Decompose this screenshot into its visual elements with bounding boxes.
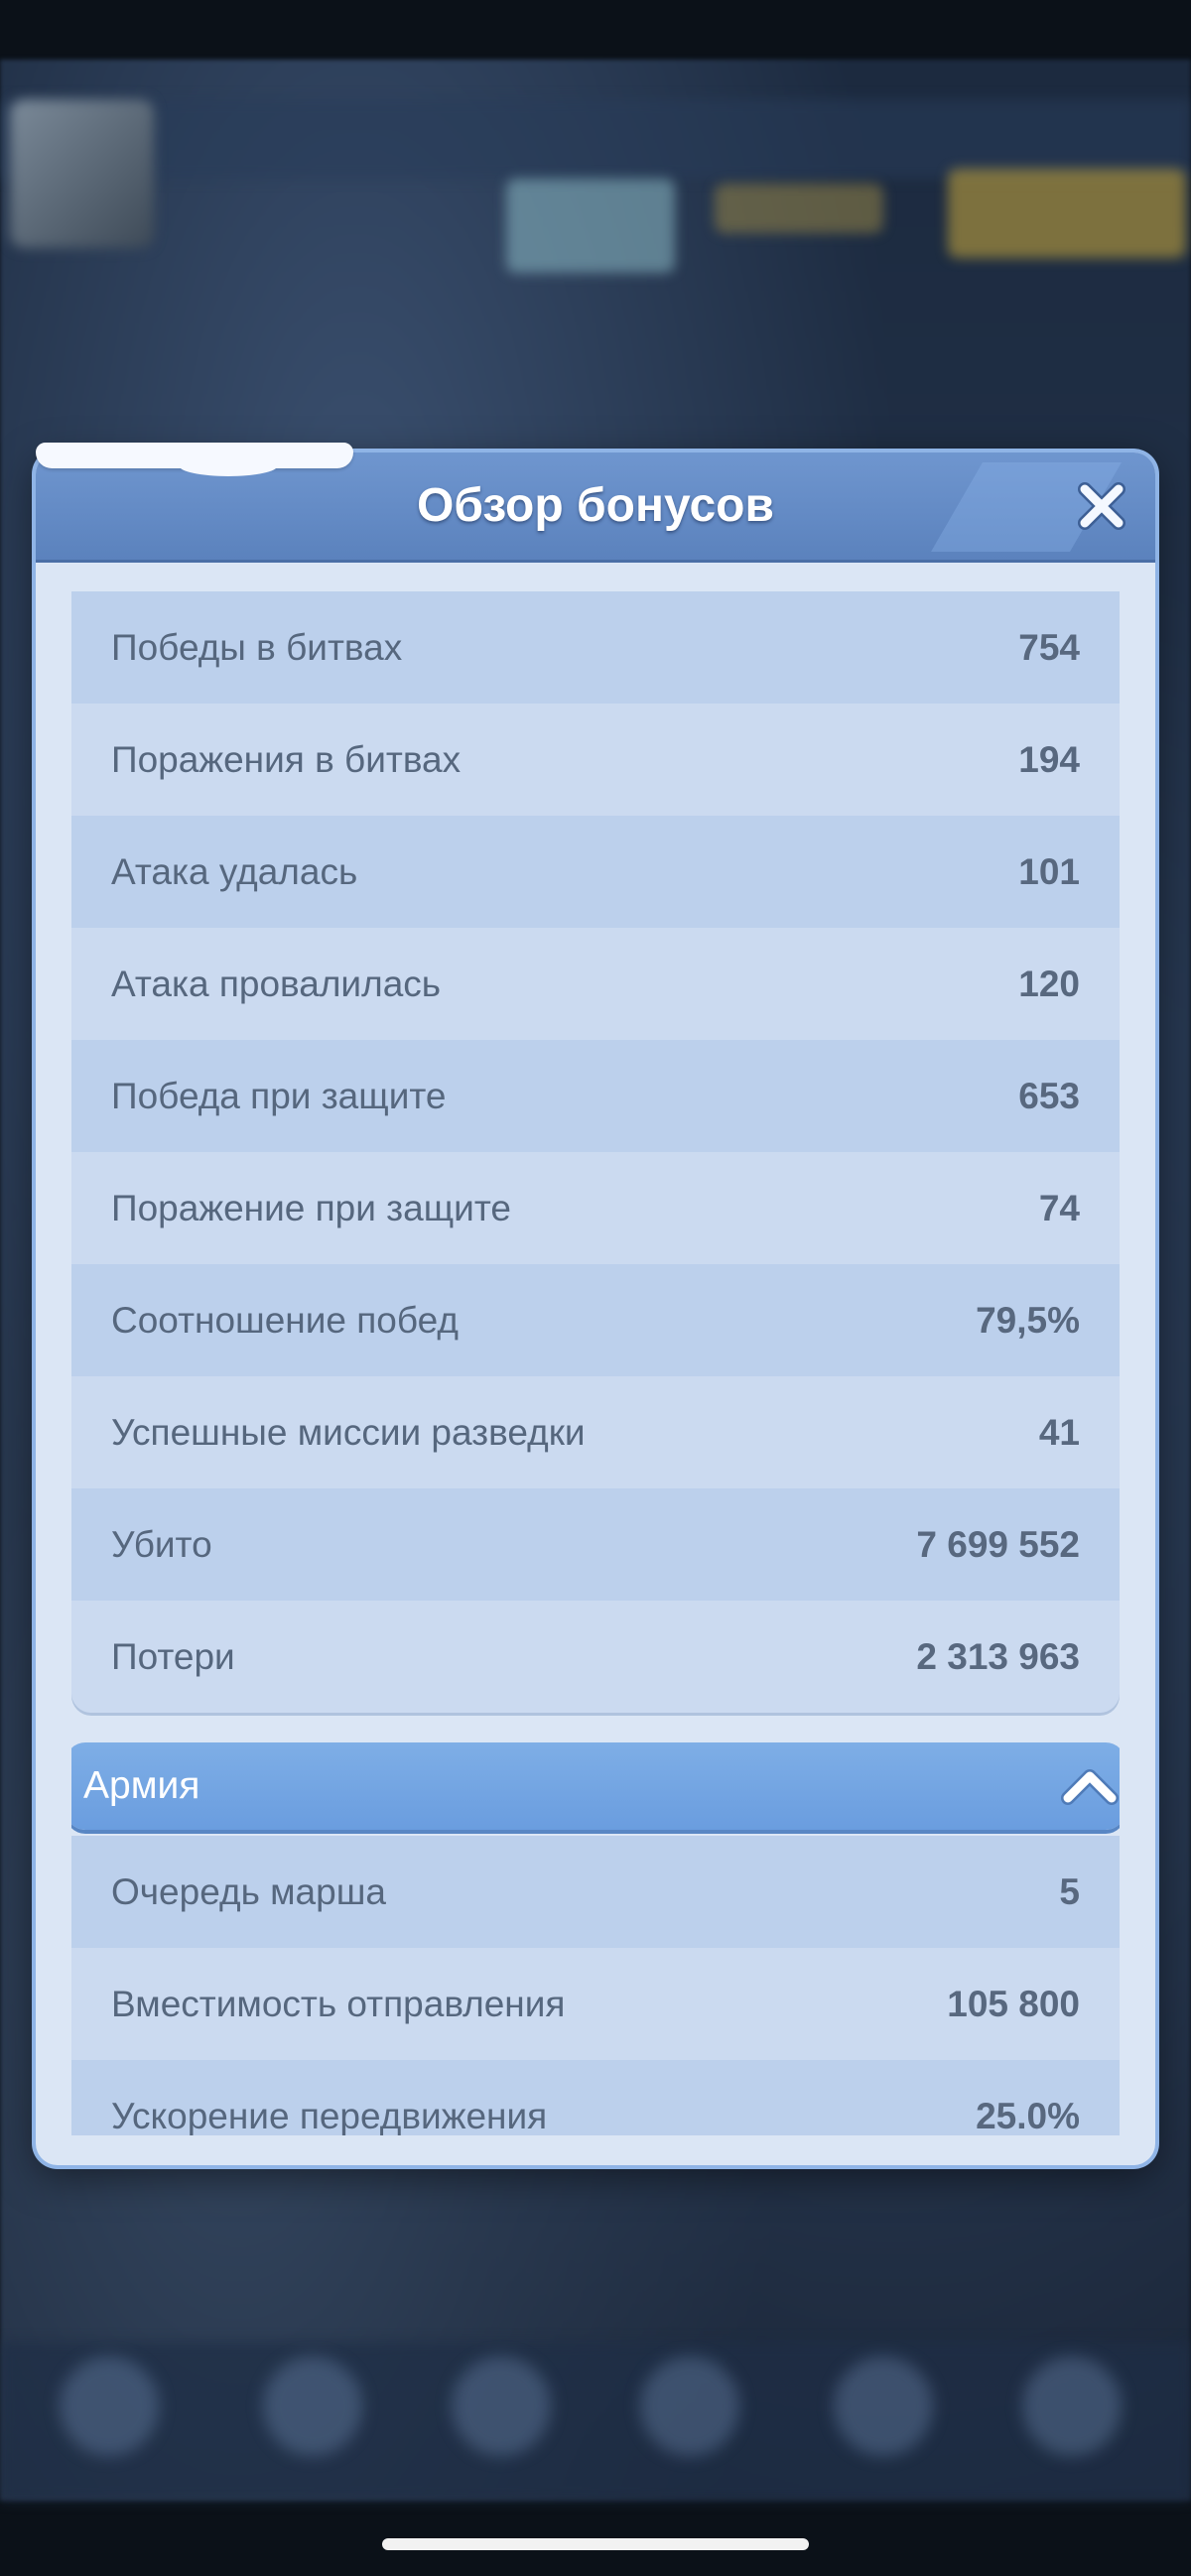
- modal-scroll-area[interactable]: Победы в битвах 754 Поражения в битвах 1…: [71, 591, 1120, 2135]
- stat-row: Убито 7 699 552: [71, 1488, 1120, 1601]
- stat-value: 2 313 963: [916, 1635, 1080, 1677]
- stat-label: Атака удалась: [111, 850, 358, 892]
- battle-stats-list: Победы в битвах 754 Поражения в битвах 1…: [71, 591, 1120, 1713]
- stat-value: 74: [1038, 1187, 1080, 1228]
- stat-row: Атака провалилась 120: [71, 928, 1120, 1040]
- blurred-chip: [715, 184, 883, 233]
- bonus-overview-modal: Обзор бонусов Победы в битвах 754 Пораже…: [36, 452, 1155, 2165]
- close-button[interactable]: [1070, 474, 1133, 538]
- stat-value: 41: [1038, 1411, 1080, 1453]
- blurred-nav-icon: [452, 2357, 551, 2456]
- army-value: 105 800: [947, 1983, 1080, 2024]
- blurred-resource-bar: [0, 99, 1191, 179]
- stat-label: Поражение при защите: [111, 1187, 511, 1228]
- stat-row: Потери 2 313 963: [71, 1601, 1120, 1713]
- stat-label: Убито: [111, 1523, 212, 1565]
- stat-label: Успешные миссии разведки: [111, 1411, 586, 1453]
- army-section-title: Армия: [83, 1764, 200, 1807]
- blurred-nav-icon: [263, 2357, 362, 2456]
- army-value: 5: [1059, 1870, 1080, 1912]
- stat-row: Соотношение побед 79,5%: [71, 1264, 1120, 1376]
- stat-value: 7 699 552: [916, 1523, 1080, 1565]
- army-label: Очередь марша: [111, 1870, 386, 1912]
- close-icon: [1078, 482, 1125, 530]
- blurred-avatar: [10, 99, 154, 248]
- stat-row: Успешные миссии разведки 41: [71, 1376, 1120, 1488]
- army-stats-list: Очередь марша 5 Вместимость отправления …: [71, 1836, 1120, 2135]
- army-row: Вместимость отправления 105 800: [71, 1948, 1120, 2060]
- stat-label: Атака провалилась: [111, 963, 442, 1004]
- stat-value: 194: [1018, 738, 1080, 780]
- stat-value: 101: [1018, 850, 1080, 892]
- army-value: 25.0%: [976, 2095, 1080, 2136]
- home-indicator: [382, 2538, 809, 2550]
- stat-label: Потери: [111, 1635, 235, 1677]
- stat-label: Соотношение побед: [111, 1299, 459, 1341]
- blurred-nav-icon: [1022, 2357, 1122, 2456]
- blurred-nav-icon: [640, 2357, 739, 2456]
- stat-row: Поражение при защите 74: [71, 1152, 1120, 1264]
- army-row: Ускорение передвижения 25.0%: [71, 2060, 1120, 2135]
- army-row: Очередь марша 5: [71, 1836, 1120, 1948]
- snow-decoration: [179, 454, 278, 476]
- stat-label: Поражения в битвах: [111, 738, 462, 780]
- army-label: Ускорение передвижения: [111, 2095, 548, 2136]
- blurred-chip: [948, 169, 1186, 258]
- army-section-toggle[interactable]: Армия: [71, 1742, 1120, 1830]
- chevron-up-icon: [1061, 1769, 1119, 1805]
- stat-label: Победы в битвах: [111, 626, 403, 668]
- stat-row: Атака удалась 101: [71, 816, 1120, 928]
- blurred-bottom-nav: [0, 2342, 1191, 2501]
- stat-label: Победа при защите: [111, 1075, 447, 1116]
- stat-row: Победа при защите 653: [71, 1040, 1120, 1152]
- stat-row: Поражения в битвах 194: [71, 704, 1120, 816]
- stat-value: 79,5%: [976, 1299, 1080, 1341]
- stat-value: 754: [1018, 626, 1080, 668]
- stat-row: Победы в битвах 754: [71, 591, 1120, 704]
- army-label: Вместимость отправления: [111, 1983, 566, 2024]
- stat-value: 653: [1018, 1075, 1080, 1116]
- blurred-nav-icon: [834, 2357, 933, 2456]
- blurred-nav-icon: [60, 2357, 159, 2456]
- stat-value: 120: [1018, 963, 1080, 1004]
- blurred-chip: [506, 179, 675, 273]
